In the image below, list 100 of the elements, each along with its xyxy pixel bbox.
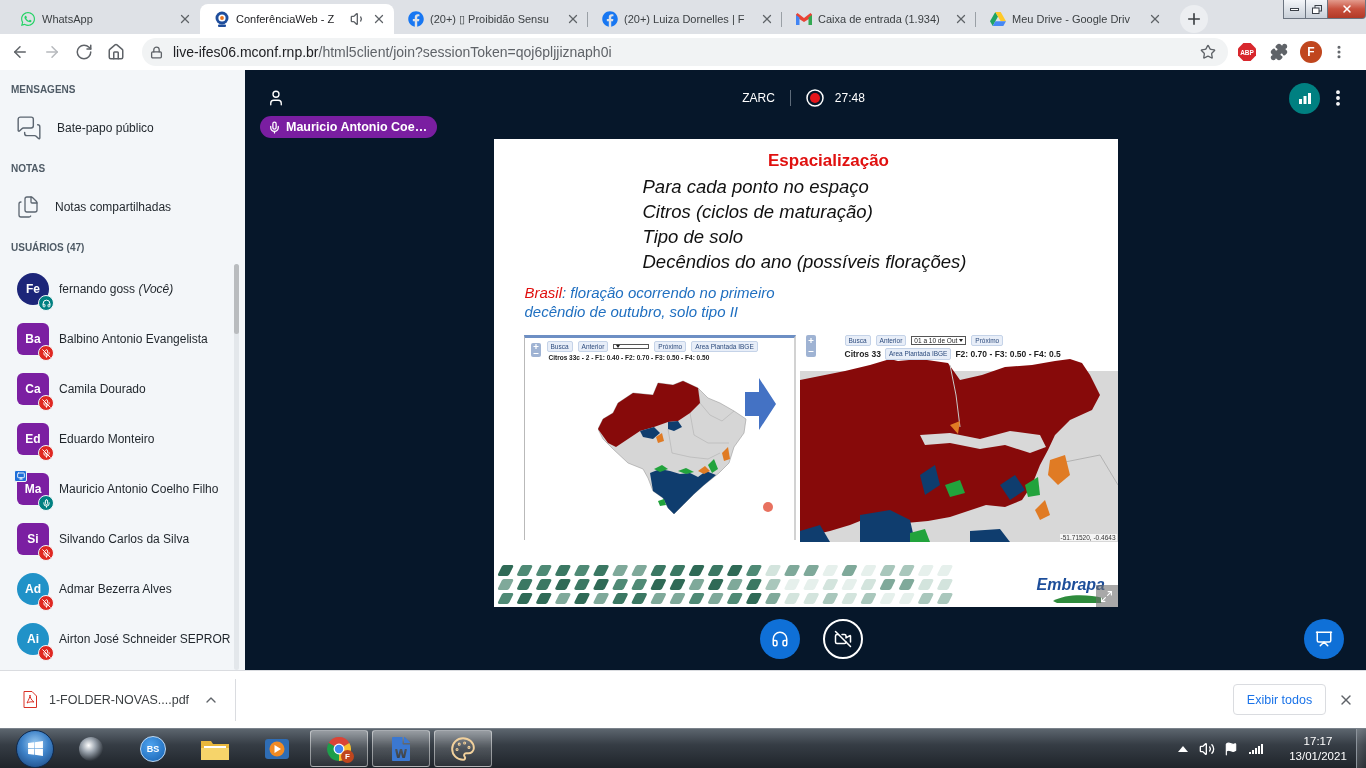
elapsed-time: 27:48	[834, 91, 865, 105]
section-title: MENSAGENS	[11, 83, 76, 97]
clock-time[interactable]: 17:17	[1303, 733, 1333, 749]
webcam-icon	[214, 11, 230, 27]
camera-off-icon	[834, 630, 852, 648]
leaf-swoosh-icon	[1052, 595, 1103, 603]
browser-tab[interactable]: Caixa de entrada (1.934)	[782, 4, 976, 34]
taskbar-button[interactable]	[372, 730, 430, 767]
user-name[interactable]: Admar Bezerra Alves	[59, 582, 172, 596]
camera-button[interactable]	[823, 619, 863, 659]
sphere-icon	[78, 735, 104, 762]
f-logo-icon	[408, 11, 424, 27]
lock-icon	[150, 45, 163, 59]
user-avatar: Ad	[17, 573, 49, 605]
documents-icon	[16, 195, 40, 219]
close-icon	[1340, 3, 1353, 15]
meeting-title: ZARC	[742, 91, 775, 105]
taskbar-button[interactable]	[434, 730, 492, 767]
record-icon[interactable]	[805, 89, 824, 107]
scrollbar-track[interactable]	[234, 264, 239, 670]
flag-icon[interactable]	[1224, 741, 1238, 756]
show-all-button[interactable]: Exibir todos	[1233, 684, 1326, 715]
restore-button[interactable]	[1305, 0, 1328, 19]
headphones-icon	[771, 630, 789, 648]
close-icon[interactable]	[178, 12, 192, 26]
profile-button[interactable]: F	[1300, 41, 1322, 63]
close-icon[interactable]	[566, 12, 580, 26]
user-avatar: Ai	[17, 623, 49, 655]
bar-chart-icon	[1298, 92, 1311, 104]
taskbar-button[interactable]: F	[310, 730, 368, 767]
start-button[interactable]	[16, 729, 54, 768]
slide-title: Espacialização	[768, 150, 889, 172]
slide-text: Decêndios do ano (possíveis florações)	[642, 250, 967, 274]
chat-bubbles-icon	[16, 115, 42, 141]
browser-tab[interactable]: (20+) Luiza Dornelles | F	[588, 4, 782, 34]
microphone-icon	[268, 120, 281, 134]
slide-caption: Brasil: floração ocorrendo no primeiro decêndio de outubro, solo tipo II	[524, 283, 776, 321]
sidebar-item[interactable]: Notas compartilhadas	[16, 186, 172, 228]
browser-tab[interactable]: WhatsApp	[6, 4, 200, 34]
speaker-icon[interactable]	[1199, 740, 1215, 757]
zoom-controls-icon	[805, 335, 816, 357]
audio-button[interactable]	[760, 619, 800, 659]
new-tab-button[interactable]	[1180, 5, 1208, 33]
presentation-icon	[1315, 630, 1333, 648]
reload-icon[interactable]	[75, 43, 93, 61]
home-icon[interactable]	[107, 43, 125, 61]
user-name[interactable]: Silvando Carlos da Silva	[59, 532, 190, 546]
f-logo-icon	[602, 11, 618, 27]
show-desktop-button[interactable]	[1356, 728, 1366, 768]
phone-chat-icon	[20, 11, 36, 27]
browser-tab[interactable]: ConferênciaWeb - Z	[200, 4, 394, 34]
app-logo: BS	[140, 735, 166, 762]
signal-bars-icon[interactable]	[1249, 743, 1263, 754]
palette-icon	[450, 735, 476, 762]
close-icon[interactable]	[1148, 12, 1162, 26]
plus-icon	[1185, 10, 1203, 28]
restore-icon	[1311, 4, 1322, 14]
close-icon[interactable]	[372, 12, 386, 26]
clock-date[interactable]: 13/01/2021	[1289, 748, 1347, 764]
url-text: live-ifes06.mconf.rnp.br/html5client/join?sessionToken=qoj6pljjiznaph0i	[173, 44, 612, 60]
download-file-name[interactable]: 1-FOLDER-NOVAS....pdf	[49, 692, 190, 707]
puzzle-icon[interactable]	[1270, 43, 1288, 61]
browser-tab[interactable]: (20+) ▯ Proibidão Sensu	[394, 4, 588, 34]
profile-badge: F	[341, 750, 354, 763]
user-icon[interactable]	[267, 89, 285, 107]
user-name[interactable]: Airton José Schneider SEPROR	[59, 632, 231, 646]
pdf-file-icon	[23, 691, 37, 708]
caret-down-icon	[959, 339, 964, 343]
sidebar-item[interactable]: Bate-papo público	[16, 107, 154, 149]
back-icon[interactable]	[11, 43, 29, 61]
user-name[interactable]: Eduardo Monteiro	[59, 432, 155, 446]
slide-text: Tipo de solo	[642, 225, 744, 249]
bookmark-star-icon[interactable]	[1200, 44, 1216, 60]
minimize-icon	[1290, 7, 1299, 11]
presentation-button[interactable]	[1304, 619, 1344, 659]
close-icon[interactable]	[954, 12, 968, 26]
legend-text: Citros 33	[844, 349, 881, 360]
user-name[interactable]: fernando goss (Você)	[59, 282, 174, 296]
close-icon[interactable]	[760, 12, 774, 26]
zoom-controls-icon	[530, 343, 541, 357]
triangle-logo-icon	[990, 12, 1006, 26]
user-name[interactable]: Mauricio Antonio Coelho Filho	[59, 482, 219, 496]
address-field[interactable]: live-ifes06.mconf.rnp.br/html5client/join?sessionToken=qoj6pljjiznaph0i	[142, 38, 1228, 66]
section-title: NOTAS	[11, 162, 46, 176]
media-player-icon	[264, 736, 290, 761]
user-name[interactable]: Camila Dourado	[59, 382, 146, 396]
legend-text: F2: 0.70 - F3: 0.50 - F4: 0.5	[955, 349, 1061, 360]
slide-text: Para cada ponto no espaço	[642, 175, 869, 199]
browser-tab[interactable]: Meu Drive - Google Driv	[976, 4, 1170, 34]
caret-up-icon[interactable]	[1178, 745, 1188, 752]
user-name[interactable]: Balbino Antonio Evangelista	[59, 332, 208, 346]
section-title: USUÁRIOS (47)	[11, 241, 85, 255]
logo-text: Embrapa	[1036, 576, 1105, 594]
scrollbar-thumb[interactable]	[234, 264, 239, 334]
start-logo-icon	[26, 740, 44, 757]
slide-text: Citros (ciclos de maturação)	[642, 200, 873, 224]
document-icon	[389, 736, 413, 761]
connection-stats-button[interactable]	[1289, 82, 1320, 114]
talking-indicator[interactable]: Mauricio Antonio Coe…	[260, 116, 438, 138]
minimize-button[interactable]	[1283, 0, 1306, 19]
